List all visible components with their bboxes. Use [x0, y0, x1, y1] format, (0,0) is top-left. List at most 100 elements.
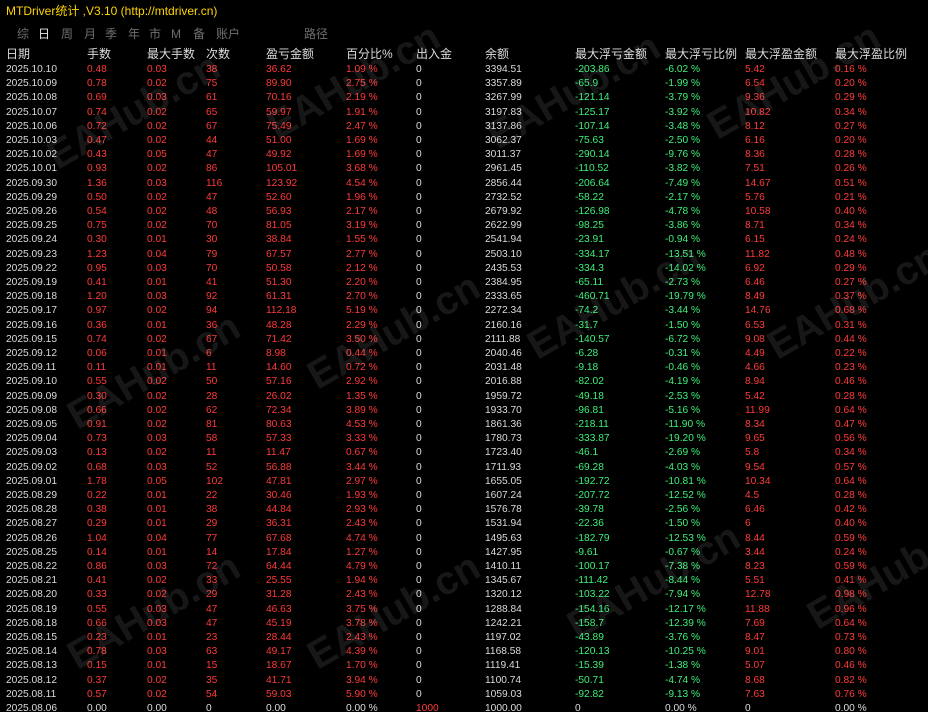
table-row[interactable]: 2025.09.18 1.20 0.03 92 61.31 2.70 % 0 2333.65 -… [0, 290, 928, 304]
table-row[interactable]: 2025.09.30 1.36 0.03 116 123.92 4.54 % 0 2856.4… [0, 177, 928, 191]
table-cell: 89.90 [266, 78, 292, 90]
table-cell: 38 [206, 504, 218, 516]
table-cell: 44.84 [266, 504, 292, 516]
table-row[interactable]: 2025.10.02 0.43 0.05 47 49.92 1.69 % 0 3011.37 -… [0, 148, 928, 162]
table-row[interactable]: 2025.10.03 0.47 0.02 44 51.00 1.69 % 0 3062.37 -… [0, 134, 928, 148]
table-row[interactable]: 2025.08.19 0.55 0.03 47 46.63 3.75 % 0 1288.84 -… [0, 603, 928, 617]
stats-table: 2025.10.10 0.48 0.03 38 36.62 1.09 % 0 3394.51 -… [0, 63, 928, 712]
tab-5[interactable]: 年 [128, 24, 140, 44]
table-cell: 0.68 [87, 461, 107, 473]
table-row[interactable]: 2025.10.07 0.74 0.02 65 59.97 1.91 % 0 3197.83 -… [0, 106, 928, 120]
table-row[interactable]: 2025.08.18 0.66 0.03 47 45.19 3.78 % 0 1242.21 -… [0, 617, 928, 631]
table-row[interactable]: 2025.08.13 0.15 0.01 15 18.67 1.70 % 0 1119.41 -… [0, 659, 928, 673]
column-header[interactable]: 次数 [206, 46, 230, 62]
table-cell: 2503.10 [485, 248, 522, 260]
table-row[interactable]: 2025.10.09 0.78 0.02 75 89.90 2.75 % 0 3357.89 -… [0, 77, 928, 91]
table-row[interactable]: 2025.08.12 0.37 0.02 35 41.71 3.94 % 0 1100.74 -… [0, 674, 928, 688]
table-row[interactable]: 2025.09.17 0.97 0.02 94 112.18 5.19 % 0 2272.34… [0, 304, 928, 318]
table-cell: 18.67 [266, 660, 292, 672]
tab-3[interactable]: 月 [84, 24, 96, 44]
table-row[interactable]: 2025.08.11 0.57 0.02 54 59.03 5.90 % 0 1059.03 -… [0, 688, 928, 702]
tab-10[interactable]: 路径 [304, 24, 328, 44]
table-row[interactable]: 2025.09.16 0.36 0.01 36 48.28 2.29 % 0 2160.16 -… [0, 319, 928, 333]
table-cell: 0.26 % [835, 163, 867, 175]
column-header[interactable]: 最大浮盈比例 [835, 46, 907, 62]
column-header[interactable]: 百分比% [346, 46, 393, 62]
table-cell: -334.17 [575, 248, 610, 260]
tab-0[interactable]: 综 [17, 24, 29, 44]
column-header[interactable]: 手数 [87, 46, 111, 62]
table-cell: 0.04 [147, 248, 167, 260]
table-cell: 2025.08.06 [6, 703, 57, 712]
table-row[interactable]: 2025.09.08 0.66 0.02 62 72.34 3.89 % 0 1933.70 -… [0, 404, 928, 418]
table-row[interactable]: 2025.08.20 0.33 0.02 29 31.28 2.43 % 0 1320.12 -… [0, 588, 928, 602]
table-row[interactable]: 2025.09.24 0.30 0.01 30 38.84 1.55 % 0 2541.94 -… [0, 233, 928, 247]
table-cell: -125.17 [575, 106, 610, 118]
table-row[interactable]: 2025.08.27 0.29 0.01 29 36.31 2.43 % 0 1531.94 -… [0, 517, 928, 531]
table-row[interactable]: 2025.09.25 0.75 0.02 70 81.05 3.19 % 0 2622.99 -… [0, 219, 928, 233]
column-header[interactable]: 最大浮亏金额 [575, 46, 647, 62]
column-header[interactable]: 盈亏金额 [266, 46, 314, 62]
table-cell: 0.36 [87, 319, 107, 331]
table-row[interactable]: 2025.09.19 0.41 0.01 41 51.30 2.20 % 0 2384.95 -… [0, 276, 928, 290]
tab-9[interactable]: 账户 [216, 24, 240, 44]
table-cell: 0.05 [147, 149, 167, 161]
table-cell: 0.02 [147, 106, 167, 118]
table-row[interactable]: 2025.09.15 0.74 0.02 67 71.42 3.50 % 0 2111.88 -… [0, 333, 928, 347]
table-cell: 2.70 % [346, 291, 378, 303]
table-cell: 0.73 [87, 433, 107, 445]
column-header[interactable]: 最大浮盈金额 [745, 46, 817, 62]
table-cell: 3197.83 [485, 106, 522, 118]
table-row[interactable]: 2025.08.26 1.04 0.04 77 67.68 4.74 % 0 1495.63 -… [0, 532, 928, 546]
table-row[interactable]: 2025.09.26 0.54 0.02 48 56.93 2.17 % 0 2679.92 -… [0, 205, 928, 219]
table-row[interactable]: 2025.08.28 0.38 0.01 38 44.84 2.93 % 0 1576.78 -… [0, 503, 928, 517]
table-row[interactable]: 2025.09.22 0.95 0.03 70 50.58 2.12 % 0 2435.53 -… [0, 262, 928, 276]
table-cell: 14.60 [266, 362, 292, 374]
tab-4[interactable]: 季 [105, 24, 117, 44]
tab-8[interactable]: 备 [193, 24, 205, 44]
table-cell: 61 [206, 92, 218, 104]
tab-7[interactable]: M [171, 24, 181, 44]
table-row[interactable]: 2025.10.06 0.72 0.02 67 75.49 2.47 % 0 3137.86 -… [0, 120, 928, 134]
table-row[interactable]: 2025.10.01 0.93 0.02 86 105.01 3.68 % 0 2961.45… [0, 162, 928, 176]
table-row[interactable]: 2025.09.29 0.50 0.02 47 52.60 1.96 % 0 2732.52 -… [0, 191, 928, 205]
column-header[interactable]: 最大浮亏比例 [665, 46, 737, 62]
table-row[interactable]: 2025.08.15 0.23 0.01 23 28.44 2.43 % 0 1197.02 -… [0, 631, 928, 645]
table-row[interactable]: 2025.09.03 0.13 0.02 11 11.47 0.67 % 0 1723.40 -… [0, 446, 928, 460]
table-cell: -7.94 % [665, 589, 701, 601]
table-row[interactable]: 2025.08.14 0.78 0.03 63 49.17 4.39 % 0 1168.58 -… [0, 645, 928, 659]
table-cell: 0 [416, 120, 422, 132]
table-cell: 3.19 % [346, 220, 378, 232]
table-row[interactable]: 2025.09.02 0.68 0.03 52 56.88 3.44 % 0 1711.93 -… [0, 461, 928, 475]
column-header[interactable]: 最大手数 [147, 46, 195, 62]
table-row[interactable]: 2025.09.23 1.23 0.04 79 67.57 2.77 % 0 2503.10 -… [0, 248, 928, 262]
table-row[interactable]: 2025.08.25 0.14 0.01 14 17.84 1.27 % 0 1427.95 -… [0, 546, 928, 560]
table-cell: -334.3 [575, 262, 604, 274]
column-header[interactable]: 余额 [485, 46, 509, 62]
table-cell: 2025.09.05 [6, 419, 57, 430]
tab-1[interactable]: 日 [38, 24, 50, 44]
table-row[interactable]: 2025.09.09 0.30 0.02 28 26.02 1.35 % 0 1959.72 -… [0, 390, 928, 404]
table-cell: 47.81 [266, 475, 292, 487]
table-cell: 2025.08.18 [6, 617, 57, 629]
table-row[interactable]: 2025.09.11 0.11 0.01 11 14.60 0.72 % 0 2031.48 -… [0, 361, 928, 375]
table-cell: 5.76 [745, 191, 765, 203]
table-cell: 2.43 % [346, 632, 378, 643]
table-row[interactable]: 2025.08.22 0.86 0.03 72 64.44 4.79 % 0 1410.11 -… [0, 560, 928, 574]
table-cell: 0 [416, 404, 422, 416]
table-row[interactable]: 2025.10.10 0.48 0.03 38 36.62 1.09 % 0 3394.51 -… [0, 63, 928, 77]
table-row[interactable]: 2025.08.21 0.41 0.02 33 25.55 1.94 % 0 1345.67 -… [0, 574, 928, 588]
table-row[interactable]: 2025.09.04 0.73 0.03 58 57.33 3.33 % 0 1780.73 -… [0, 432, 928, 446]
tab-6[interactable]: 市 [149, 24, 161, 44]
column-header[interactable]: 日期 [6, 46, 30, 62]
column-header[interactable]: 出入金 [416, 46, 452, 62]
tab-2[interactable]: 周 [61, 24, 73, 44]
table-row[interactable]: 2025.09.05 0.91 0.02 81 80.63 4.53 % 0 1861.36 -… [0, 418, 928, 432]
table-cell: 0.01 [147, 348, 167, 359]
table-row[interactable]: 2025.09.12 0.06 0.01 6 8.98 0.44 % 0 2040.46 -6.… [0, 347, 928, 361]
table-row[interactable]: 2025.10.08 0.69 0.03 61 70.16 2.19 % 0 3267.99 -… [0, 91, 928, 105]
table-row[interactable]: 2025.09.01 1.78 0.05 102 47.81 2.97 % 0 1655.05… [0, 475, 928, 489]
table-row[interactable]: 2025.08.29 0.22 0.01 22 30.46 1.93 % 0 1607.24 -… [0, 489, 928, 503]
table-row[interactable]: 2025.09.10 0.55 0.02 50 57.16 2.92 % 0 2016.88 -… [0, 375, 928, 389]
table-row[interactable]: 2025.08.06 0.00 0.00 0 0.00 0.00 % 1000 1000.00… [0, 702, 928, 712]
